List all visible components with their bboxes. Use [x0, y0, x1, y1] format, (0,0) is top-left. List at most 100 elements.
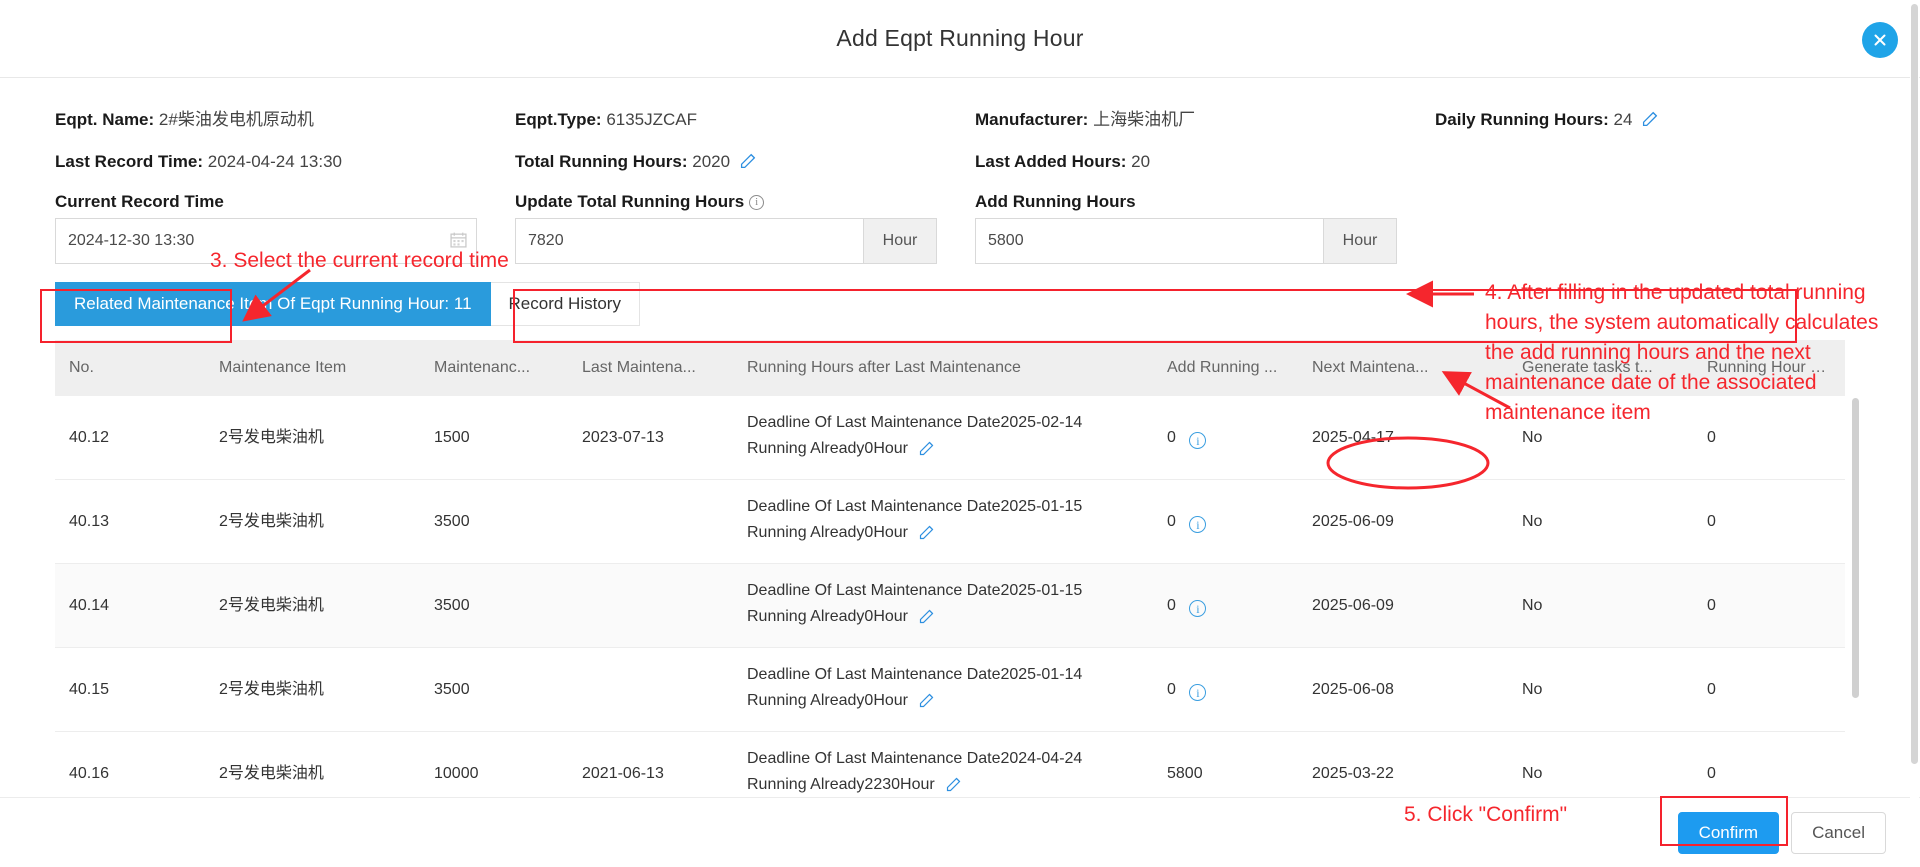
info-icon[interactable]: i — [1189, 516, 1207, 533]
col-maintenance-item[interactable]: Maintenance Item — [205, 340, 420, 396]
col-maintenance-interval[interactable]: Maintenanc... — [420, 340, 568, 396]
add-running-hours-unit: Hour — [1324, 218, 1397, 264]
table-body: 40.12 2号发电柴油机 1500 2023-07-13 Deadline O… — [55, 396, 1845, 797]
cell-add-running-value: 0 — [1167, 596, 1176, 614]
close-button[interactable] — [1862, 22, 1898, 58]
eqpt-type-value: 6135JZCAF — [606, 110, 698, 129]
edit-icon[interactable] — [1642, 102, 1659, 142]
cell-running-line2-wrap: Running Already0Hour — [747, 436, 1143, 465]
cell-no: 40.13 — [55, 479, 205, 564]
page-title: Add Eqpt Running Hour — [836, 25, 1084, 51]
cell-no: 40.16 — [55, 731, 205, 797]
col-no[interactable]: No. — [55, 340, 205, 396]
info-icon[interactable]: i — [1189, 684, 1207, 701]
page-scrollbar-thumb[interactable] — [1911, 4, 1918, 764]
tab-related-maintenance-item[interactable]: Related Maintenance Item Of Eqpt Running… — [55, 282, 491, 326]
cell-no: 40.14 — [55, 563, 205, 648]
manufacturer-field: Manufacturer: 上海柴油机厂 — [975, 100, 1435, 142]
info-icon[interactable]: i — [749, 194, 765, 210]
cell-add-running-value: 0 — [1167, 680, 1176, 698]
cell-running-hour-after: 0 — [1693, 479, 1845, 564]
form-spacer — [1435, 192, 1920, 264]
info-icon[interactable]: i — [1189, 600, 1207, 617]
cell-running-hour-after: 0 — [1693, 731, 1845, 797]
add-running-hours-wrapper: Hour — [975, 218, 1397, 264]
cell-last-maintenance — [568, 563, 733, 648]
edit-icon[interactable] — [919, 525, 935, 544]
cell-generate-tasks: No — [1508, 479, 1693, 564]
cell-add-running-value: 0 — [1167, 512, 1176, 530]
manufacturer-value: 上海柴油机厂 — [1093, 110, 1196, 129]
cell-running-line2-wrap: Running Already0Hour — [747, 688, 1143, 717]
table-row[interactable]: 40.14 2号发电柴油机 3500 Deadline Of Last Main… — [55, 563, 1845, 648]
cell-running-hour-after: 0 — [1693, 563, 1845, 648]
add-running-hours-group: Add Running Hours Hour — [975, 192, 1435, 264]
cell-running-line2-wrap: Running Already0Hour — [747, 604, 1143, 633]
cell-next-maintenance: 2025-04-17 — [1298, 396, 1508, 480]
cell-running-line2: Running Already0Hour — [747, 608, 908, 625]
col-generate-tasks[interactable]: Generate tasks t... — [1508, 340, 1693, 396]
last-record-time-label: Last Record Time: — [55, 152, 204, 171]
cell-running-line2: Running Already0Hour — [747, 440, 908, 457]
cell-add-running: 0 i — [1153, 396, 1298, 480]
add-running-hours-input[interactable] — [975, 218, 1324, 264]
total-running-hours-field: Total Running Hours: 2020 — [515, 142, 975, 184]
col-last-maintenance[interactable]: Last Maintena... — [568, 340, 733, 396]
cell-add-running: 0 i — [1153, 563, 1298, 648]
table-scrollbar[interactable] — [1852, 398, 1859, 708]
maintenance-table-container: No. Maintenance Item Maintenanc... Last … — [55, 340, 1859, 797]
cell-add-running-value: 5800 — [1167, 764, 1203, 782]
equipment-info-grid: Eqpt. Name: 2#柴油发电机原动机 Eqpt.Type: 6135JZ… — [0, 78, 1920, 184]
last-added-hours-field: Last Added Hours: 20 — [975, 142, 1435, 184]
cell-running-hours: Deadline Of Last Maintenance Date2025-01… — [733, 563, 1153, 648]
col-next-maintenance[interactable]: Next Maintena... — [1298, 340, 1508, 396]
edit-icon[interactable] — [740, 144, 757, 184]
cell-add-running: 5800 — [1153, 731, 1298, 797]
edit-icon[interactable] — [946, 777, 962, 796]
info-icon[interactable]: i — [1189, 432, 1207, 449]
table-row[interactable]: 40.15 2号发电柴油机 3500 Deadline Of Last Main… — [55, 647, 1845, 732]
edit-icon[interactable] — [919, 609, 935, 628]
dialog-header: Add Eqpt Running Hour — [0, 0, 1920, 78]
page-scrollbar[interactable] — [1910, 0, 1919, 867]
manufacturer-label: Manufacturer: — [975, 110, 1089, 129]
col-running-hours-after-last-maintenance[interactable]: Running Hours after Last Maintenance — [733, 340, 1153, 396]
current-record-time-input[interactable] — [55, 218, 477, 264]
dialog-footer: Confirm Cancel — [0, 797, 1920, 867]
last-added-hours-label: Last Added Hours: — [975, 152, 1127, 171]
table-row[interactable]: 40.13 2号发电柴油机 3500 Deadline Of Last Main… — [55, 479, 1845, 564]
table-scrollbar-thumb[interactable] — [1852, 398, 1859, 698]
daily-running-hours-value: 24 — [1613, 110, 1633, 129]
tab-record-history[interactable]: Record History — [490, 282, 640, 326]
eqpt-name-field: Eqpt. Name: 2#柴油发电机原动机 — [55, 100, 515, 142]
col-add-running-hours[interactable]: Add Running ... — [1153, 340, 1298, 396]
table-row[interactable]: 40.12 2号发电柴油机 1500 2023-07-13 Deadline O… — [55, 396, 1845, 480]
update-total-running-hours-label-text: Update Total Running Hours — [515, 192, 745, 211]
cell-running-line2: Running Already0Hour — [747, 692, 908, 709]
edit-icon[interactable] — [919, 441, 935, 460]
total-running-hours-value: 2020 — [692, 152, 731, 171]
cell-item: 2号发电柴油机 — [205, 396, 420, 480]
cell-generate-tasks: No — [1508, 731, 1693, 797]
maintenance-table: No. Maintenance Item Maintenanc... Last … — [55, 340, 1845, 797]
confirm-button[interactable]: Confirm — [1677, 811, 1780, 854]
cell-add-running: 0 i — [1153, 479, 1298, 564]
add-running-hours-label: Add Running Hours — [975, 192, 1136, 211]
cell-item: 2号发电柴油机 — [205, 731, 420, 797]
update-total-running-hours-input[interactable] — [515, 218, 864, 264]
cancel-button[interactable]: Cancel — [1791, 811, 1886, 854]
cell-interval: 1500 — [420, 396, 568, 480]
eqpt-name-value: 2#柴油发电机原动机 — [158, 110, 314, 129]
cell-running-hours: Deadline Of Last Maintenance Date2025-02… — [733, 396, 1153, 480]
cell-next-maintenance: 2025-06-09 — [1298, 479, 1508, 564]
cell-running-hours: Deadline Of Last Maintenance Date2024-04… — [733, 731, 1153, 797]
add-eqpt-running-hour-dialog: Add Eqpt Running Hour Eqpt. Name: 2#柴油发电… — [0, 0, 1920, 867]
table-row[interactable]: 40.16 2号发电柴油机 10000 2021-06-13 Deadline … — [55, 731, 1845, 797]
col-running-hour-after[interactable]: Running Hour aft... — [1693, 340, 1845, 396]
cell-interval: 3500 — [420, 647, 568, 732]
edit-icon[interactable] — [919, 693, 935, 712]
cell-last-maintenance: 2023-07-13 — [568, 396, 733, 480]
last-record-time-field: Last Record Time: 2024-04-24 13:30 — [55, 142, 515, 184]
cell-next-maintenance: 2025-06-08 — [1298, 647, 1508, 732]
